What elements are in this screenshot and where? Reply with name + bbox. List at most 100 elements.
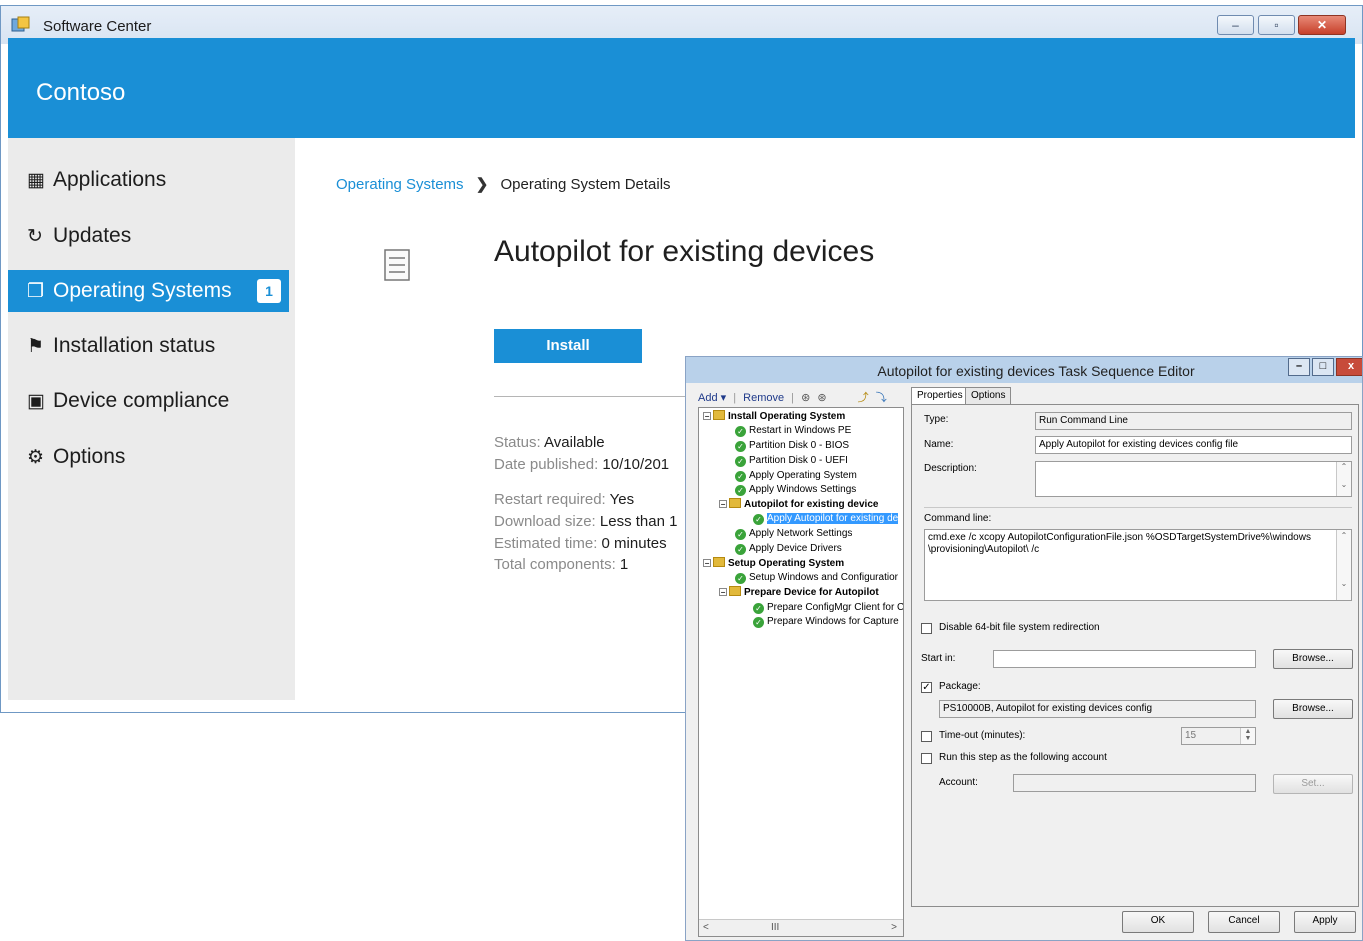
tree-step[interactable]: ✓ Apply Windows Settings <box>735 483 856 497</box>
chevron-right-icon: ❯ <box>475 176 489 193</box>
properties-panel: Type: Run Command Line Name: Apply Autop… <box>911 404 1359 907</box>
tree-step[interactable]: ✓ Partition Disk 0 - BIOS <box>735 439 849 453</box>
page-title: Autopilot for existing devices <box>494 235 875 268</box>
collapse-icon: − <box>703 559 711 568</box>
folder-icon <box>713 557 725 567</box>
browse-package-button[interactable]: Browse... <box>1273 699 1353 719</box>
minimize-button[interactable]: – <box>1217 15 1254 35</box>
timeout-checkbox[interactable] <box>921 731 932 742</box>
apply-button[interactable]: Apply <box>1294 911 1356 933</box>
tree-step[interactable]: ✓ Prepare Windows for Capture <box>753 615 899 629</box>
ts-maximize-button[interactable]: □ <box>1312 358 1334 376</box>
tree-group[interactable]: − Autopilot for existing device <box>719 498 878 512</box>
disable-64bit-checkbox[interactable] <box>921 623 932 634</box>
tab-properties[interactable]: Properties <box>911 387 969 404</box>
add-menu-button[interactable]: Add ▾ <box>698 392 726 404</box>
sidebar-item-installation-status[interactable]: ⚑ Installation status <box>8 325 289 367</box>
sidebar-item-label: Device compliance <box>53 389 230 412</box>
package-field: PS10000B, Autopilot for existing devices… <box>939 700 1256 718</box>
detail-total-components: Total components: 1 <box>494 556 629 573</box>
sidebar-item-operating-systems[interactable]: ❐ Operating Systems 1 <box>8 270 289 312</box>
toolbar-extra-icon[interactable]: ⤵ <box>876 392 887 404</box>
tree-step[interactable]: ✓ Apply Device Drivers <box>735 542 842 556</box>
command-line-field[interactable]: cmd.exe /c xcopy AutopilotConfigurationF… <box>924 529 1352 601</box>
detail-restart-required: Restart required: Yes <box>494 491 635 508</box>
task-sequence-tree: − Install Operating System ✓ Restart in Wi… <box>698 407 904 937</box>
check-icon: ✓ <box>735 456 746 467</box>
sidebar-item-device-compliance[interactable]: ▣ Device compliance <box>8 380 289 422</box>
name-field[interactable]: Apply Autopilot for existing devices con… <box>1035 436 1352 454</box>
detail-status: Status: Available <box>494 434 605 451</box>
flag-icon: ⚑ <box>27 336 45 357</box>
scroll-right-icon[interactable]: > <box>891 920 897 935</box>
sidebar-item-label: Applications <box>53 168 167 191</box>
sidebar-item-label: Updates <box>53 224 132 247</box>
account-field <box>1013 774 1256 792</box>
check-icon: ✓ <box>735 544 746 555</box>
tree-step-selected[interactable]: ✓ Apply Autopilot for existing de <box>753 512 899 526</box>
collapse-icon: − <box>703 412 711 421</box>
tree-step[interactable]: ✓ Partition Disk 0 - UEFI <box>735 454 848 468</box>
browse-start-in-button[interactable]: Browse... <box>1273 649 1353 669</box>
command-line-scrollbar[interactable]: ⌃ ⌄ <box>1336 530 1351 600</box>
tree-horizontal-scrollbar[interactable]: < III > <box>699 919 903 936</box>
move-down-icon[interactable]: ⊛ <box>817 392 826 404</box>
check-icon: ✓ <box>735 485 746 496</box>
device-compliance-icon: ▣ <box>27 391 45 412</box>
name-label: Name: <box>924 439 954 450</box>
timeout-stepper[interactable]: 15 ▲ ▼ <box>1181 727 1256 745</box>
close-button[interactable]: ✕ <box>1298 15 1346 35</box>
timeout-label: Time-out (minutes): <box>939 730 1026 741</box>
breadcrumb-link-operating-systems[interactable]: Operating Systems <box>336 176 464 193</box>
breadcrumb: Operating Systems ❯ Operating System Det… <box>336 175 671 193</box>
ts-close-button[interactable]: x <box>1336 358 1362 376</box>
check-icon: ✓ <box>753 617 764 628</box>
brand-name: Contoso <box>36 79 126 106</box>
task-sequence-editor-window: Autopilot for existing devices Task Sequ… <box>685 356 1363 941</box>
ok-button[interactable]: OK <box>1122 911 1194 933</box>
sidebar-item-label: Installation status <box>53 334 216 357</box>
ts-title-bar: Autopilot for existing devices Task Sequ… <box>686 357 1362 383</box>
tab-options[interactable]: Options <box>965 387 1012 404</box>
start-in-label: Start in: <box>921 653 956 664</box>
tree-step[interactable]: ✓ Apply Network Settings <box>735 527 852 541</box>
scroll-left-icon[interactable]: < <box>703 920 709 935</box>
sidebar-item-options[interactable]: ⚙ Options <box>8 436 289 478</box>
window-title: Software Center <box>43 18 152 35</box>
folder-icon <box>729 498 741 508</box>
package-label: Package: <box>939 681 981 692</box>
stepper-arrows[interactable]: ▲ ▼ <box>1240 728 1255 744</box>
check-icon: ✓ <box>753 514 764 525</box>
refresh-icon: ↻ <box>27 226 43 247</box>
description-scrollbar[interactable]: ⌃ ⌄ <box>1336 462 1351 496</box>
breadcrumb-current: Operating System Details <box>500 176 671 193</box>
description-field[interactable]: ⌃ ⌄ <box>1035 461 1352 497</box>
tree-group[interactable]: − Prepare Device for Autopilot <box>719 586 879 600</box>
detail-date-published: Date published: 10/10/201 <box>494 456 670 473</box>
tree-step[interactable]: ✓ Prepare ConfigMgr Client for C <box>753 601 903 615</box>
remove-button[interactable]: Remove <box>743 392 784 404</box>
set-account-button[interactable]: Set... <box>1273 774 1353 794</box>
sidebar: ▦ Applications ↻ Updates ❐ Operating System… <box>8 138 295 700</box>
package-checkbox[interactable]: ✓ <box>921 682 932 693</box>
check-icon: ✓ <box>735 471 746 482</box>
sidebar-item-applications[interactable]: ▦ Applications <box>8 159 289 201</box>
toolbar-extra-icon[interactable]: ⤴ <box>858 392 869 404</box>
tree-group[interactable]: − Install Operating System <box>703 410 845 424</box>
divider <box>924 507 1352 508</box>
tree-step[interactable]: ✓ Apply Operating System <box>735 469 857 483</box>
start-in-field[interactable] <box>993 650 1256 668</box>
sidebar-item-updates[interactable]: ↻ Updates <box>8 215 289 257</box>
ts-minimize-button[interactable]: – <box>1288 358 1310 376</box>
run-as-checkbox[interactable] <box>921 753 932 764</box>
install-button[interactable]: Install <box>494 329 642 363</box>
tree-step[interactable]: ✓ Restart in Windows PE <box>735 424 851 438</box>
check-icon: ✓ <box>735 426 746 437</box>
maximize-button[interactable]: ▫ <box>1258 15 1295 35</box>
collapse-icon: − <box>719 500 727 509</box>
tree-group[interactable]: − Setup Operating System <box>703 557 844 571</box>
cancel-button[interactable]: Cancel <box>1208 911 1280 933</box>
tree-step[interactable]: ✓ Setup Windows and Configuratior <box>735 571 898 585</box>
scroll-thumb[interactable]: III <box>771 920 779 935</box>
move-up-icon[interactable]: ⊛ <box>801 392 810 404</box>
